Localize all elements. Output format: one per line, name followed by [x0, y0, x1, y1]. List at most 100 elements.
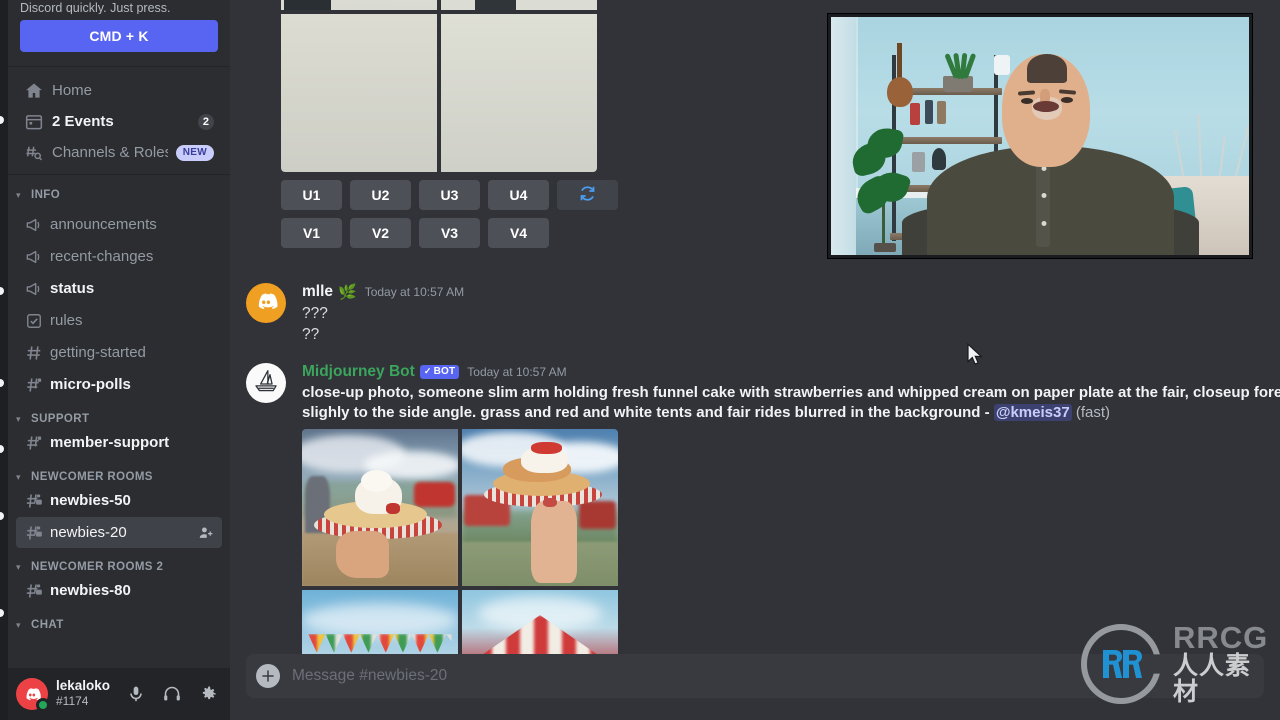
v4-button[interactable]: V4 [488, 218, 549, 248]
user-panel: lekaloko #1174 [8, 668, 230, 720]
avatar[interactable] [16, 678, 50, 712]
u3-button[interactable]: U3 [419, 180, 480, 210]
grid-cell[interactable] [302, 429, 458, 586]
add-member-icon[interactable] [198, 525, 214, 541]
announcement-icon [24, 247, 44, 267]
refresh-icon [578, 184, 597, 206]
chevron-down-icon: ▾ [16, 561, 21, 572]
category-header-chat[interactable]: ▾ CHAT [16, 607, 222, 633]
channel-label: newbies-20 [50, 524, 127, 541]
category-header-support[interactable]: ▾ SUPPORT [16, 401, 222, 427]
channel-getting-started[interactable]: getting-started [16, 337, 222, 368]
unread-pill [0, 512, 4, 520]
chevron-down-icon: ▾ [16, 189, 21, 200]
channel-label: rules [50, 312, 83, 329]
generation-block-battle: U1 U2 U3 U4 V1 V2 V3 V4 [281, 0, 618, 248]
prompt-dash: - [984, 404, 990, 421]
channel-newbies-80[interactable]: newbies-80 [16, 575, 222, 606]
v1-button[interactable]: V1 [281, 218, 342, 248]
bot-badge: ✓ BOT [419, 365, 460, 379]
hash-thread-icon [24, 375, 44, 395]
channel-label: status [50, 280, 95, 297]
image-grid[interactable] [281, 0, 597, 172]
channel-label: newbies-80 [50, 582, 131, 599]
prompt-line-2-text: slighly to the side angle. grass and red… [302, 404, 981, 421]
home-icon [24, 81, 44, 101]
v3-button[interactable]: V3 [419, 218, 480, 248]
grid-cell[interactable] [462, 590, 618, 654]
discord-window: Discord quickly. Just press. CMD + K Hom… [0, 0, 1280, 720]
hash-thread-icon [24, 433, 44, 453]
refresh-button[interactable] [557, 180, 618, 210]
message-timestamp: Today at 10:57 AM [364, 285, 465, 299]
grid-cell[interactable] [281, 0, 437, 10]
channel-label: micro-polls [50, 376, 131, 393]
channel-rules[interactable]: rules [16, 305, 222, 336]
user-tag: #1174 [56, 694, 89, 709]
message-input[interactable] [292, 667, 1248, 685]
headset-icon[interactable] [158, 680, 186, 708]
avatar[interactable] [246, 363, 286, 403]
gear-icon[interactable] [194, 680, 222, 708]
grid-cell[interactable] [441, 14, 597, 172]
u1-button[interactable]: U1 [281, 180, 342, 210]
unread-pill [0, 609, 4, 617]
channel-micro-polls[interactable]: micro-polls [16, 369, 222, 400]
u2-button[interactable]: U2 [350, 180, 411, 210]
user-identity[interactable]: lekaloko #1174 [56, 679, 114, 708]
image-grid[interactable] [302, 429, 618, 654]
webcam-overlay[interactable] [828, 14, 1252, 258]
cmd-k-button[interactable]: CMD + K [20, 20, 218, 52]
category-name: NEWCOMER ROOMS 2 [31, 561, 164, 573]
message-composer [230, 654, 1280, 720]
category-name: INFO [31, 189, 61, 201]
prompt-line-2: slighly to the side angle. grass and red… [302, 403, 1280, 423]
message-timestamp: Today at 10:57 AM [467, 365, 567, 379]
message-row[interactable]: Midjourney Bot ✓ BOT Today at 10:57 AM c… [230, 361, 1280, 654]
avatar[interactable] [246, 283, 286, 323]
channel-status[interactable]: status [16, 273, 222, 304]
grid-cell[interactable] [302, 590, 458, 654]
prompt-line-1: close-up photo, someone slim arm holding… [302, 384, 1280, 401]
category-header-info[interactable]: ▾ INFO [16, 183, 222, 209]
sidebar-item-home[interactable]: Home [16, 75, 222, 106]
plus-icon[interactable] [256, 664, 280, 688]
verified-check-icon: ✓ [423, 366, 432, 376]
bot-badge-label: BOT [433, 366, 456, 377]
message-text: ?? [302, 326, 320, 343]
channel-recent-changes[interactable]: recent-changes [16, 241, 222, 272]
channel-newbies-20[interactable]: newbies-20 [16, 517, 222, 548]
message-text: ??? [302, 305, 328, 322]
sidebar-item-channels-roles[interactable]: Channels & Roles NEW [16, 137, 222, 168]
u4-button[interactable]: U4 [488, 180, 549, 210]
channel-announcements[interactable]: announcements [16, 209, 222, 240]
v2-button[interactable]: V2 [350, 218, 411, 248]
mention[interactable]: @kmeis37 [993, 404, 1072, 421]
hash-icon [24, 343, 44, 363]
hash-forum-icon [24, 523, 44, 543]
channel-sidebar: Discord quickly. Just press. CMD + K Hom… [8, 0, 230, 720]
message-author[interactable]: mlle [302, 283, 333, 301]
channels-roles-icon [24, 143, 44, 163]
category-header-newcomer-rooms[interactable]: ▾ NEWCOMER ROOMS [16, 459, 222, 485]
composer-box[interactable] [246, 654, 1264, 698]
channel-newbies-50[interactable]: newbies-50 [16, 485, 222, 516]
grid-cell[interactable] [441, 0, 597, 10]
category-name: SUPPORT [31, 413, 90, 425]
message-header: Midjourney Bot ✓ BOT Today at 10:57 AM [302, 361, 1280, 383]
unread-pill [0, 379, 4, 387]
chevron-down-icon: ▾ [16, 413, 21, 424]
sidebar-item-events[interactable]: 2 Events 2 [16, 106, 222, 137]
chevron-down-icon: ▾ [16, 619, 21, 630]
sidebar-item-channels-roles-label: Channels & Roles [52, 144, 168, 161]
hash-forum-icon [24, 581, 44, 601]
new-badge: NEW [175, 144, 214, 161]
message-author[interactable]: Midjourney Bot [302, 363, 415, 381]
grid-cell[interactable] [281, 14, 437, 172]
channel-member-support[interactable]: member-support [16, 427, 222, 458]
message-row[interactable]: mlle 🌿 Today at 10:57 AM ??? ?? [230, 281, 1280, 345]
category-header-newcomer-rooms-2[interactable]: ▾ NEWCOMER ROOMS 2 [16, 549, 222, 575]
unread-pill [0, 287, 4, 295]
microphone-icon[interactable] [122, 680, 150, 708]
grid-cell[interactable] [462, 429, 618, 586]
